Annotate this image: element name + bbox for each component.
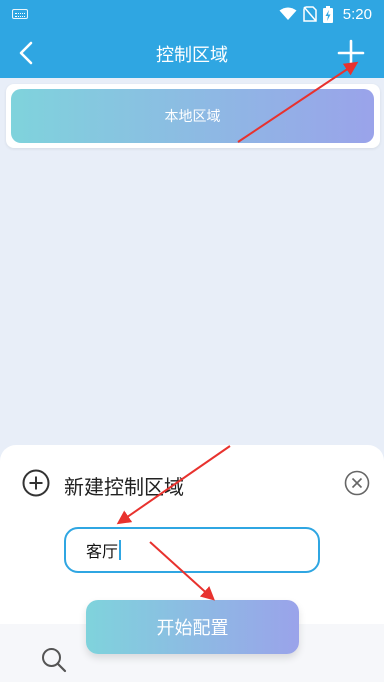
close-circle-icon[interactable] [344,470,370,496]
zone-name-input[interactable]: 客厅 [64,527,320,573]
plus-icon[interactable] [336,38,366,68]
zone-name-value: 客厅 [86,542,119,561]
status-icons: 5:20 [279,5,372,23]
search-icon[interactable] [40,646,68,674]
no-sim-icon [303,6,317,22]
clock: 5:20 [342,5,372,23]
battery-charging-icon [322,5,333,23]
text-caret [119,540,122,560]
zone-card: 本地区域 [6,84,380,148]
start-config-button[interactable]: 开始配置 [86,600,299,654]
wifi-icon [279,7,297,20]
status-bar: 5:20 [0,0,384,28]
app-bar: 控制区域 [0,28,384,78]
add-circle-icon [22,469,50,497]
page-title: 控制区域 [156,45,228,66]
zone-item-local[interactable]: 本地区域 [11,89,374,143]
keyboard-icon [12,9,28,19]
dialog-title: 新建控制区域 [64,475,184,499]
